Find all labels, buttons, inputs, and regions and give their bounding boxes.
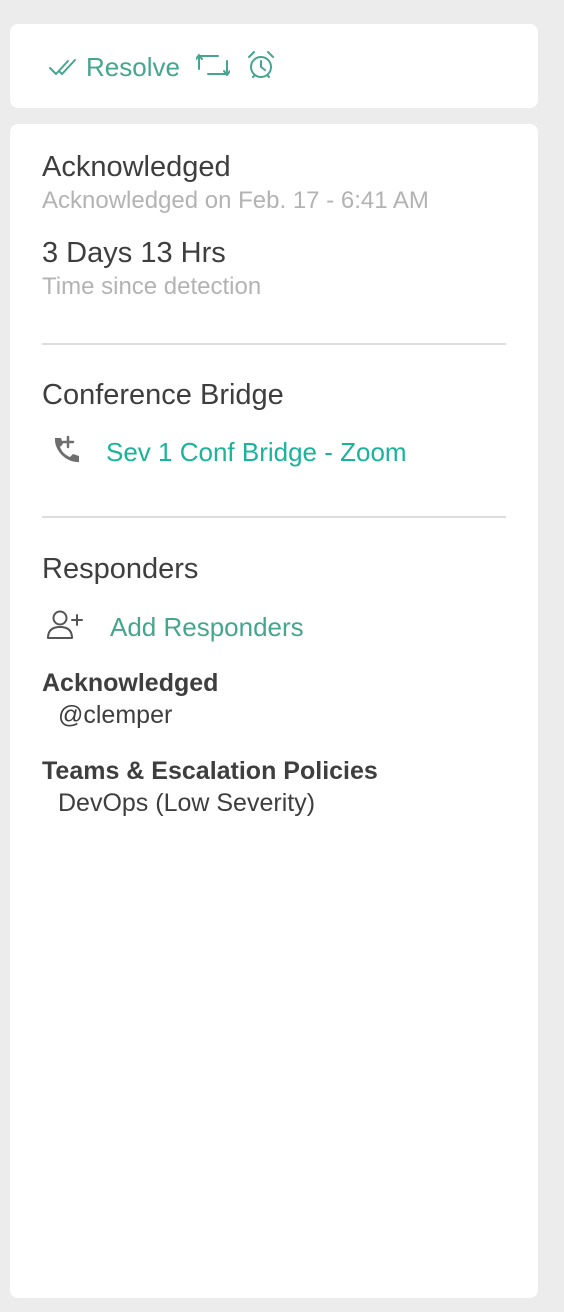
time-since-detection-label: Time since detection: [42, 273, 262, 300]
snooze-button[interactable]: [246, 50, 276, 85]
conference-bridge-link-label[interactable]: Sev 1 Conf Bridge - Zoom: [106, 437, 407, 468]
incident-details-card: Acknowledged Acknowledged on Feb. 17 - 6…: [10, 124, 538, 1298]
divider: [42, 516, 506, 518]
responder-group-label: Teams & Escalation Policies: [42, 757, 378, 785]
conference-bridge-link[interactable]: Sev 1 Conf Bridge - Zoom: [50, 434, 407, 471]
responder-user: @clemper: [58, 701, 173, 729]
user-add-icon: [46, 609, 84, 646]
divider: [42, 343, 506, 345]
reassign-icon: [194, 52, 231, 83]
phone-add-icon: [50, 434, 82, 471]
responders-title: Responders: [42, 553, 199, 585]
conference-bridge-title: Conference Bridge: [42, 379, 284, 411]
status-title: Acknowledged: [42, 151, 231, 183]
actions-card: Resolve: [10, 24, 538, 108]
add-responders-button[interactable]: Add Responders: [46, 609, 304, 646]
double-check-icon: [48, 56, 78, 78]
action-toolbar: Resolve: [48, 48, 276, 86]
alarm-clock-icon: [246, 50, 276, 85]
resolve-label: Resolve: [86, 51, 180, 82]
responder-group-label: Acknowledged: [42, 669, 219, 697]
resolve-button[interactable]: Resolve: [48, 52, 180, 83]
status-timestamp: Acknowledged on Feb. 17 - 6:41 AM: [42, 187, 429, 214]
time-since-detection-value: 3 Days 13 Hrs: [42, 237, 226, 269]
reassign-button[interactable]: [194, 52, 231, 83]
escalation-policy-name: DevOps (Low Severity): [58, 789, 316, 817]
add-responders-label[interactable]: Add Responders: [110, 612, 304, 643]
